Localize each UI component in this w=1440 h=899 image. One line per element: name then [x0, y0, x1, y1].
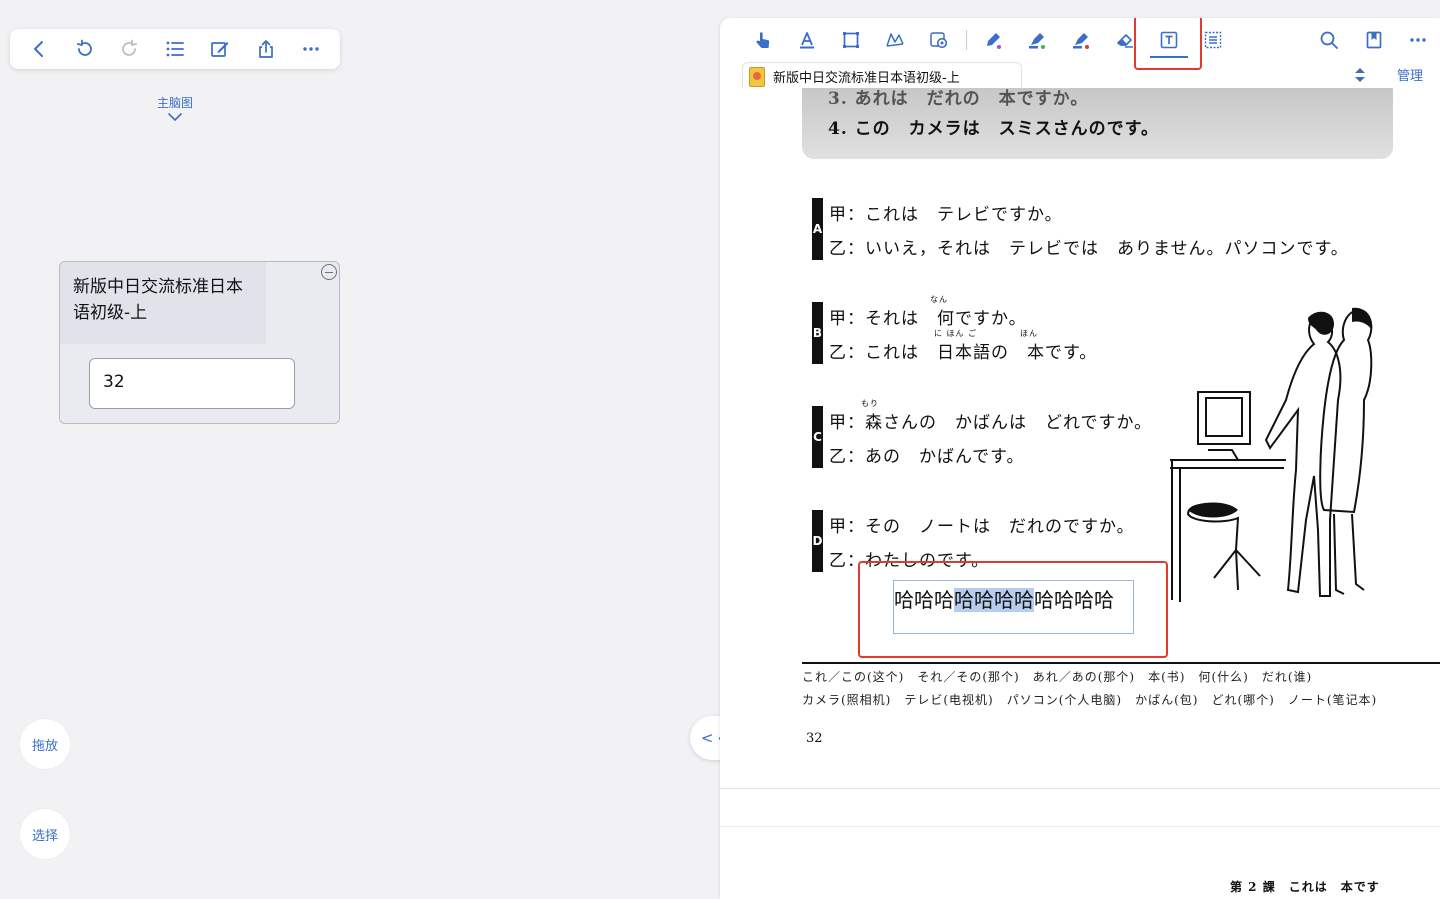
- dialog-tag: A: [812, 198, 823, 260]
- dialog-line: 乙：あの かばんです。: [829, 447, 1025, 467]
- textbox-tool-icon: [1160, 31, 1178, 49]
- pen-icon: [987, 33, 1001, 49]
- toolbar-divider: [966, 30, 967, 50]
- share-icon: [258, 40, 273, 58]
- select-button[interactable]: 选择: [20, 809, 70, 859]
- vocab-row-1: これ／この(这个) それ／その(那个) あれ／あの(那个) 本(书) 何(什么)…: [802, 670, 1313, 684]
- dialog-tag: B: [812, 302, 823, 364]
- rect-select-button[interactable]: [838, 27, 864, 53]
- dialog-line: 甲：これは テレビですか。: [829, 205, 1063, 225]
- dialog-tag: C: [812, 406, 823, 468]
- dialog-tag: D: [812, 510, 823, 572]
- highlighter-green-icon: [1029, 33, 1045, 49]
- bookmark-button[interactable]: [1361, 27, 1387, 53]
- root-node-title[interactable]: 新版中日交流标准日本语初级-上: [60, 262, 266, 344]
- edit-icon: [211, 42, 229, 57]
- book-cover-icon: [749, 66, 765, 87]
- lasso-button[interactable]: [882, 27, 908, 53]
- mindmap-root-node[interactable]: 新版中日交流标准日本语初级-上 32: [59, 261, 340, 424]
- drag-button[interactable]: 拖放: [20, 719, 70, 769]
- highlighter-green-button[interactable]: [1024, 27, 1050, 53]
- mindmap-tab[interactable]: 主脑图: [145, 94, 205, 121]
- back-button[interactable]: [24, 34, 54, 64]
- more-icon: [303, 47, 319, 51]
- vocab-row-2: カメラ(照相机) テレビ(电视机) パソコン(个人电脑) かばん(包) どれ(哪…: [802, 693, 1378, 707]
- textbox-tool-button[interactable]: [1156, 27, 1182, 53]
- bookmark-icon: [1366, 31, 1382, 49]
- eraser-icon: [1117, 34, 1133, 48]
- more-button[interactable]: [1405, 27, 1431, 53]
- list-icon: [166, 41, 184, 57]
- dialog-line: 乙：いいえ，それは テレビでは ありません。パソコンです。: [829, 239, 1349, 259]
- dialog-line: 甲：それは 何ですか。: [829, 309, 1027, 329]
- more-button[interactable]: [296, 34, 326, 64]
- dialog-line: 甲：その ノートは だれのですか。: [829, 517, 1135, 537]
- pdf-page: 3. あれは だれの 本ですか。 4. この カメラは スミスさんのです。 A …: [720, 88, 1440, 899]
- text-select-button[interactable]: [1200, 27, 1226, 53]
- undo-button[interactable]: [69, 34, 99, 64]
- text-highlight-button[interactable]: [794, 27, 820, 53]
- settings-button[interactable]: [926, 27, 952, 53]
- annotation-highlight-box: [858, 561, 1168, 658]
- redo-icon: [121, 39, 137, 56]
- pdf-toolbar: [720, 18, 1440, 70]
- mindmap-tab-label: 主脑图: [156, 96, 193, 110]
- undo-icon: [77, 39, 92, 56]
- text-select-icon: [1204, 31, 1222, 49]
- edit-button[interactable]: [205, 34, 235, 64]
- lasso-icon: [886, 33, 904, 47]
- exercise-line-4: 4. この カメラは スミスさんのです。: [828, 119, 1159, 139]
- manage-button[interactable]: 管理: [1397, 65, 1423, 84]
- vocab-divider: [802, 662, 1440, 664]
- redo-button[interactable]: [115, 34, 145, 64]
- eraser-button[interactable]: [1112, 27, 1138, 53]
- pdf-reader: 新版中日交流标准日本语初级-上 管理 3. あれは だれの 本ですか。 4. こ…: [720, 18, 1440, 899]
- hand-tool-icon: [756, 32, 770, 48]
- chevron-down-icon: [168, 113, 182, 121]
- active-tool-indicator: [1150, 56, 1188, 58]
- hand-tool-button[interactable]: [750, 27, 776, 53]
- child-node[interactable]: 32: [89, 358, 295, 409]
- highlighter-red-icon: [1073, 33, 1089, 49]
- rect-select-icon: [843, 32, 859, 48]
- illustration-two-women-computer: [1170, 307, 1373, 602]
- back-icon: [33, 41, 43, 57]
- dialog-line: 甲：森さんの かばんは どれですか。: [829, 413, 1153, 433]
- sort-icon[interactable]: [1352, 66, 1368, 84]
- outline-button[interactable]: [160, 34, 190, 64]
- exercise-line-3: 3. あれは だれの 本ですか。: [828, 89, 1089, 109]
- pen-button[interactable]: [980, 27, 1006, 53]
- more-icon: [1410, 38, 1426, 42]
- share-button[interactable]: [251, 34, 281, 64]
- highlighter-red-button[interactable]: [1068, 27, 1094, 53]
- text-highlight-icon: [800, 32, 814, 49]
- search-button[interactable]: [1316, 27, 1342, 53]
- dialog-line: 乙：これは 日本語の 本です。: [829, 343, 1098, 363]
- search-icon: [1320, 31, 1338, 49]
- page-break: [720, 788, 1440, 789]
- settings-icon: [930, 32, 948, 49]
- chevron-left-icon: <: [700, 729, 714, 747]
- collapse-icon[interactable]: [321, 264, 337, 280]
- page-break-edge: [720, 826, 1440, 827]
- exercise-box: 3. あれは だれの 本ですか。 4. この カメラは スミスさんのです。: [802, 88, 1393, 159]
- mindmap-toolbar: [10, 29, 340, 69]
- next-page-header: 第 2 課 これは 本です: [1230, 880, 1380, 894]
- page-number: 32: [806, 731, 823, 746]
